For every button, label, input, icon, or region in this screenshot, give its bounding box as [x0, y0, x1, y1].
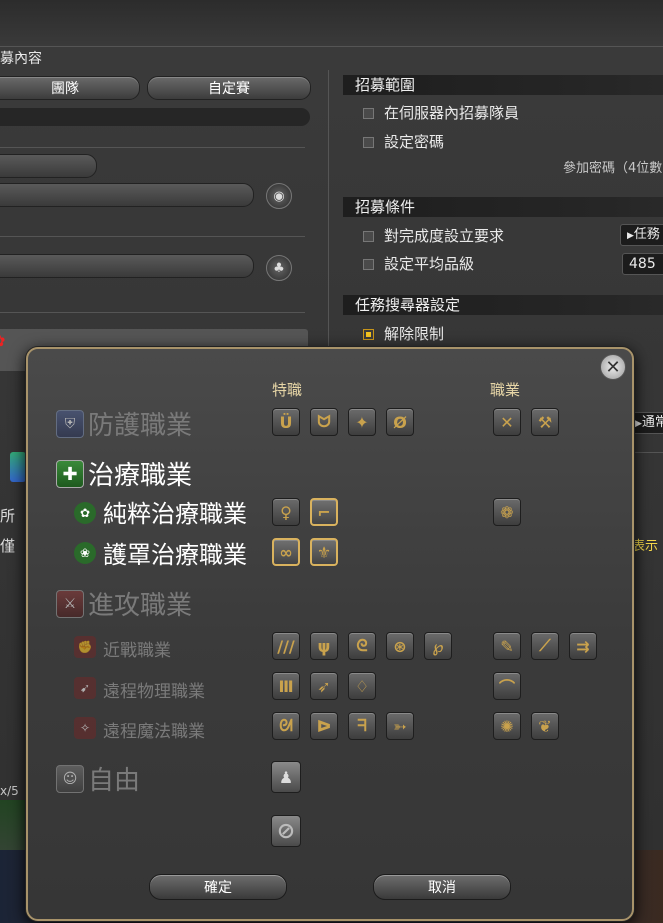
ranged-magic-special-job-icon-0[interactable]: ᘛ — [272, 712, 300, 740]
content-strip — [0, 108, 310, 126]
task-selector[interactable]: ▶任務 — [620, 224, 663, 246]
melee-special-job-icon-0[interactable]: /// — [272, 632, 300, 660]
password-note: 參加密碼（4位數 — [563, 161, 663, 176]
unrestricted-checkbox[interactable] — [363, 329, 374, 340]
duty-dropdown[interactable] — [0, 183, 254, 207]
password-checkbox[interactable] — [363, 137, 374, 148]
tab-custom-match[interactable]: 自定賽 — [147, 76, 311, 100]
role-pure-healer[interactable]: 純粹治療職業 — [103, 494, 247, 529]
recruit-range-header: 招募範圍 — [343, 75, 663, 95]
panel-divider — [328, 70, 329, 350]
item-level-checkbox[interactable] — [363, 259, 374, 270]
person-icon: ☺ — [56, 765, 84, 793]
ranged-phys-special-job-icon-0[interactable]: Ⅲ — [272, 672, 300, 700]
ranged-magic-class-job-icon-0[interactable]: ✺ — [493, 712, 521, 740]
server-only-checkbox[interactable] — [363, 108, 374, 119]
ranged-magic-icon: ✧ — [74, 717, 96, 739]
partial-text: 僅 — [0, 537, 16, 555]
clear-selection-icon[interactable]: ⊘ — [271, 815, 301, 847]
healer-cross-icon: ✚ — [56, 460, 84, 488]
duty-finder-header: 任務搜尋器設定 — [343, 295, 663, 315]
show-label: 表示 — [632, 539, 659, 554]
tank-special-job-icon-1[interactable]: ᗢ — [310, 408, 338, 436]
ranged-magic-class-job-icon-1[interactable]: ❦ — [531, 712, 559, 740]
normal-label: 通常 — [641, 415, 663, 430]
completion-checkbox[interactable] — [363, 231, 374, 242]
ranged-phys-class-job-icon-0[interactable]: ⌒ — [493, 672, 521, 700]
tank-special-job-icon-2[interactable]: ✦ — [348, 408, 376, 436]
ranged-magic-special-job-icon-2[interactable]: ᖷ — [348, 712, 376, 740]
tank-special-job-icon-0[interactable]: Ü — [272, 408, 300, 436]
sword-icon: ⚔ — [56, 590, 84, 618]
category-dropdown[interactable] — [0, 154, 97, 178]
melee-special-job-icon-4[interactable]: ℘ — [424, 632, 452, 660]
comment-dropdown[interactable] — [0, 254, 254, 278]
special-column-header: 特職 — [272, 381, 303, 399]
tank-special-job-icon-3[interactable]: Ø — [386, 408, 414, 436]
divider — [0, 236, 305, 237]
role-slot-icon — [10, 452, 26, 482]
recruit-conditions-header: 招募條件 — [343, 197, 663, 217]
role-ranged-magic[interactable]: 遠程魔法職業 — [103, 717, 205, 742]
partial-text: 所 — [0, 507, 16, 525]
ranged-magic-special-job-icon-3[interactable]: ➳ — [386, 712, 414, 740]
pure-healer-special-job-icon-1[interactable]: ⌐ — [310, 498, 338, 526]
role-free[interactable]: 自由 — [88, 760, 140, 797]
melee-icon: ✊ — [74, 636, 96, 658]
melee-class-job-icon-2[interactable]: ⇉ — [569, 632, 597, 660]
barrier-healer-special-job-icon-1[interactable]: ⚜ — [310, 538, 338, 566]
divider — [630, 452, 663, 453]
tab-party[interactable]: 團隊 — [0, 76, 140, 100]
item-level-input[interactable]: 485 — [622, 253, 663, 275]
completion-label: 對完成度設立要求 — [384, 227, 505, 245]
task-selector-label: 任務 — [633, 227, 660, 242]
arrow-icon: ▶ — [627, 231, 634, 241]
party-count: x/5 — [0, 784, 19, 798]
duty-icon[interactable]: ◉ — [266, 183, 292, 209]
pure-healer-class-job-icon-0[interactable]: ❁ — [493, 498, 521, 526]
melee-class-job-icon-1[interactable]: ⟋ — [531, 632, 559, 660]
cancel-button[interactable]: 取消 — [373, 874, 511, 900]
password-label: 設定密碼 — [384, 133, 445, 151]
confirm-button[interactable]: 確定 — [149, 874, 287, 900]
item-level-label: 設定平均品級 — [384, 255, 475, 273]
role-barrier-healer[interactable]: 護罩治療職業 — [103, 535, 247, 570]
barrier-healer-special-job-icon-0[interactable]: ∞ — [272, 538, 300, 566]
ranged-physical-icon: ➹ — [74, 677, 96, 699]
ranged-phys-special-job-icon-2[interactable]: ♢ — [348, 672, 376, 700]
pure-healer-icon: ✿ — [74, 502, 96, 524]
melee-special-job-icon-2[interactable]: ᘓ — [348, 632, 376, 660]
server-only-label: 在伺服器內招募隊員 — [384, 104, 520, 122]
role-ranged-physical[interactable]: 遠程物理職業 — [103, 677, 205, 702]
melee-class-job-icon-0[interactable]: ✎ — [493, 632, 521, 660]
window-title: 募內容 — [0, 51, 42, 67]
divider — [0, 147, 305, 148]
ranged-magic-special-job-icon-1[interactable]: ᐅ — [310, 712, 338, 740]
arrow-icon: ▶ — [635, 419, 642, 429]
alert-icon: ✿ — [0, 331, 5, 350]
tank-class-job-icon-1[interactable]: ⚒ — [531, 408, 559, 436]
shield-icon: ⛨ — [56, 410, 84, 438]
class-column-header: 職業 — [490, 381, 521, 399]
role-dps[interactable]: 進攻職業 — [88, 585, 192, 622]
leaf-icon[interactable]: ♣ — [266, 255, 292, 281]
close-icon[interactable]: ✕ — [600, 354, 626, 380]
job-select-dialog: ✕ 特職 職業 ⛨ 防護職業 Ü ᗢ ✦ Ø ✕ ⚒ ✚ 治療職業 ✿ 純粹治療職業 ♀… — [26, 347, 634, 921]
unrestricted-label: 解除限制 — [384, 325, 445, 343]
pure-healer-special-job-icon-0[interactable]: ♀ — [272, 498, 300, 526]
ranged-phys-special-job-icon-1[interactable]: ➶ — [310, 672, 338, 700]
melee-special-job-icon-3[interactable]: ⊛ — [386, 632, 414, 660]
barrier-healer-icon: ❀ — [74, 542, 96, 564]
tank-class-job-icon-0[interactable]: ✕ — [493, 408, 521, 436]
role-melee[interactable]: 近戰職業 — [103, 636, 171, 661]
role-tank[interactable]: 防護職業 — [88, 405, 192, 442]
role-healer[interactable]: 治療職業 — [88, 455, 192, 492]
divider — [0, 312, 305, 313]
member-portrait — [0, 800, 26, 850]
free-job-person-icon[interactable]: ♟ — [271, 761, 301, 793]
melee-special-job-icon-1[interactable]: ψ — [310, 632, 338, 660]
title-bar — [0, 0, 663, 47]
